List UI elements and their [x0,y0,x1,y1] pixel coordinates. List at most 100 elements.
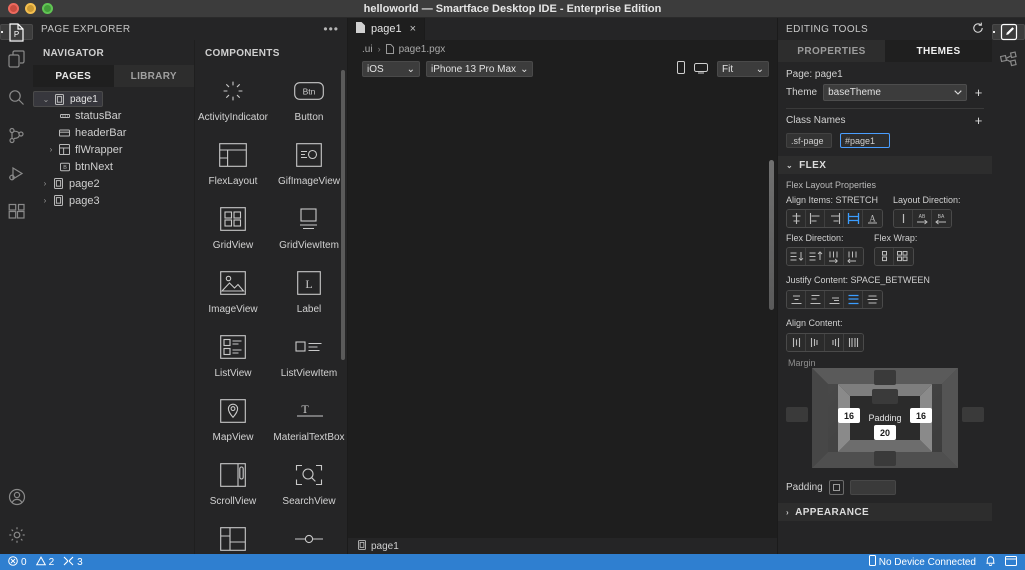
flex-wrap-nowrap[interactable] [875,248,894,265]
chevron-right-icon[interactable]: › [39,179,51,188]
padding-top-field[interactable] [872,389,898,404]
tree-item-flwrapper[interactable]: › flWrapper [33,141,194,158]
tab-properties[interactable]: PROPERTIES [778,40,885,62]
activity-account[interactable] [0,478,33,516]
status-device[interactable]: No Device Connected [868,555,976,569]
component-searchview[interactable]: SearchView [271,453,347,517]
class-chip-page1[interactable]: #page1 [840,133,890,148]
flex-direction-row-reverse[interactable] [844,248,863,265]
component-listviewitem[interactable]: ListViewItem [271,325,347,389]
status-errors[interactable]: 0 [8,555,27,569]
margin-left-field[interactable] [786,407,808,422]
activity-editing-tools[interactable] [992,23,1025,41]
margin-top-field[interactable] [874,370,896,385]
breadcrumb-item-ui[interactable]: .ui [362,44,373,55]
component-mapview[interactable]: MapView [195,389,271,453]
theme-select[interactable]: baseTheme [823,84,967,101]
minimize-window-button[interactable] [25,3,36,14]
justify-content-flex-start[interactable] [806,291,825,308]
editor-tab-page1[interactable]: page1 × [348,18,426,40]
component-slider[interactable]: Slider [271,517,347,554]
flex-direction-column-reverse[interactable] [806,248,825,265]
device-select[interactable]: iPhone 13 Pro Max ⌄ [426,61,534,77]
align-content-center[interactable] [787,334,806,351]
activity-component-tree[interactable] [992,40,1025,78]
activity-source-control[interactable] [0,116,33,154]
tree-item-page2[interactable]: › page2 [33,175,194,192]
justify-content-flex-end[interactable] [825,291,844,308]
layout-direction-inherit[interactable] [894,210,913,227]
layout-direction-rtl[interactable]: BA [932,210,951,227]
component-gifimageview[interactable]: GifImageView [271,133,347,197]
breadcrumb-item-file[interactable]: page1.pgx [399,44,446,55]
align-content-flex-end[interactable] [825,334,844,351]
component-listview[interactable]: ListView [195,325,271,389]
box-icon[interactable] [828,480,844,495]
activity-search[interactable] [0,78,33,116]
justify-content-center[interactable] [787,291,806,308]
activity-settings[interactable] [0,516,33,554]
chevron-right-icon[interactable]: › [45,145,57,154]
activity-extensions[interactable] [0,192,33,230]
close-window-button[interactable] [8,3,19,14]
refresh-icon[interactable] [972,22,984,37]
component-imageview[interactable]: ImageView [195,261,271,325]
tab-pages[interactable]: PAGES [33,65,114,87]
flex-direction-column[interactable] [787,248,806,265]
align-items-center[interactable] [787,210,806,227]
align-content-flex-start[interactable] [806,334,825,351]
add-theme-button[interactable]: + [973,86,984,99]
component-splitview[interactable]: SplitView [195,517,271,554]
zoom-select[interactable]: Fit ⌄ [717,61,769,77]
phone-landscape-icon[interactable] [694,62,708,77]
flex-direction-row[interactable] [825,248,844,265]
activity-run-and-debug[interactable] [0,154,33,192]
section-appearance-header[interactable]: › APPEARANCE [778,503,992,521]
align-items-flex-start[interactable] [806,210,825,227]
tree-item-btnnext[interactable]: B btnNext [33,158,194,175]
margin-bottom-field[interactable] [874,451,896,466]
justify-content-space-between[interactable] [844,291,863,308]
close-icon[interactable]: × [410,23,416,35]
component-materialtextbox[interactable]: T MaterialTextBox [271,389,347,453]
section-flex-header[interactable]: ⌄ FLEX [778,156,992,174]
align-content-stretch[interactable] [844,334,863,351]
component-scrollview[interactable]: ScrollView [195,453,271,517]
component-button[interactable]: Btn Button [271,69,347,133]
tree-item-statusbar[interactable]: statusBar [33,107,194,124]
align-items-stretch[interactable] [844,210,863,227]
tree-item-page3[interactable]: › page3 [33,192,194,209]
flex-wrap-wrap[interactable] [894,248,913,265]
tree-item-page1[interactable]: ⌄ page1 [33,91,103,107]
component-gridview[interactable]: GridView [195,197,271,261]
align-items-baseline[interactable]: A [863,210,882,227]
phone-portrait-icon[interactable] [677,61,685,77]
tree-item-headerbar[interactable]: headerBar [33,124,194,141]
bell-icon[interactable] [985,555,996,569]
align-items-flex-end[interactable] [825,210,844,227]
tab-themes[interactable]: THEMES [885,40,992,62]
class-chip-sf-page[interactable]: .sf-page [786,133,832,148]
page-explorer-more-button[interactable]: ••• [323,22,339,36]
layout-direction-ltr[interactable]: AB [913,210,932,227]
component-activityindicator[interactable]: ActivityIndicator [195,69,271,133]
canvas-scrollbar[interactable] [769,160,774,310]
add-class-name-button[interactable]: + [973,114,984,127]
padding-right-value[interactable]: 16 [910,408,932,423]
chevron-right-icon[interactable]: › [39,196,51,205]
os-select[interactable]: iOS ⌄ [362,61,420,77]
activity-files[interactable] [0,40,33,78]
padding-left-value[interactable]: 16 [838,408,860,423]
padding-input[interactable] [849,480,896,495]
activity-page-explorer[interactable]: P [0,22,33,42]
component-label[interactable]: L Label [271,261,347,325]
maximize-window-button[interactable] [42,3,53,14]
margin-right-field[interactable] [962,407,984,422]
status-warnings[interactable]: 2 [35,555,54,569]
components-scrollbar[interactable] [341,70,345,360]
layout-panel-icon[interactable] [1005,555,1017,569]
tab-library[interactable]: LIBRARY [113,65,194,87]
justify-content-space-around[interactable] [863,291,882,308]
component-flexlayout[interactable]: FlexLayout [195,133,271,197]
chevron-down-icon[interactable]: ⌄ [40,95,52,104]
